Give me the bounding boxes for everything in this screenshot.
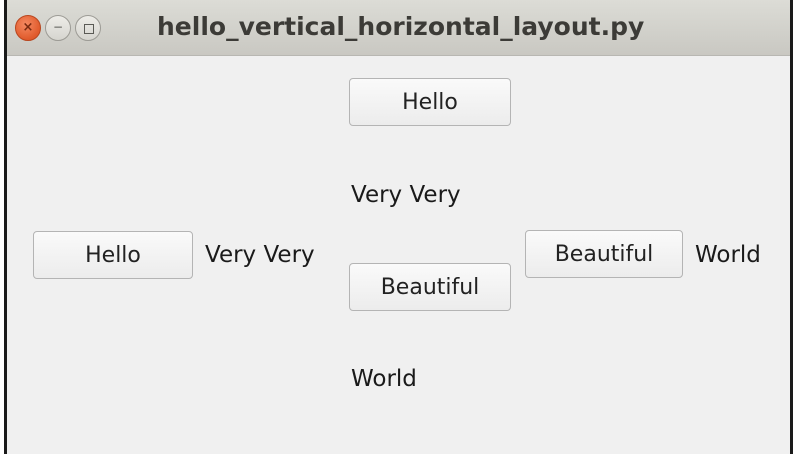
hello-button-left[interactable]: Hello — [33, 231, 193, 279]
title-bar: × − hello_vertical_horizontal_layout.py — [7, 0, 790, 56]
minimize-icon: − — [52, 20, 64, 34]
maximize-icon — [84, 24, 94, 34]
window-title: hello_vertical_horizontal_layout.py — [157, 12, 645, 41]
app-window: × − hello_vertical_horizontal_layout.py … — [4, 0, 793, 454]
world-label-right: World — [695, 242, 761, 268]
hello-button-top[interactable]: Hello — [349, 78, 511, 126]
minimize-button[interactable]: − — [45, 15, 71, 41]
beautiful-button-right[interactable]: Beautiful — [525, 230, 683, 278]
close-icon: × — [22, 20, 34, 35]
close-button[interactable]: × — [15, 15, 41, 41]
very-very-label-left: Very Very — [205, 242, 315, 268]
beautiful-button-middle[interactable]: Beautiful — [349, 263, 511, 311]
maximize-button[interactable] — [75, 15, 101, 41]
very-very-label-middle: Very Very — [351, 182, 461, 208]
world-label-middle: World — [351, 366, 417, 392]
